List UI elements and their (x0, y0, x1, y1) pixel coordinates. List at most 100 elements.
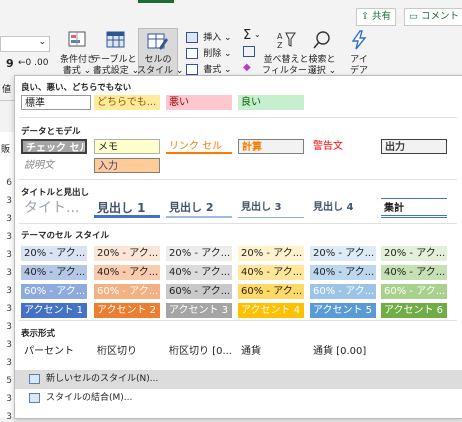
style-theme-3-5[interactable]: アクセント 6 (381, 303, 447, 318)
style-theme-0-5[interactable]: 20% - アク... (381, 246, 447, 261)
cell-styles-gallery: 良い、悪い、どちらでもない データとモデル タイトルと見出し テーマのセル スタ… (14, 75, 462, 419)
row-number[interactable]: 5 (0, 376, 12, 386)
autosum-chevron-icon[interactable]: ⌄ (254, 30, 261, 39)
separator (19, 179, 457, 180)
row-number[interactable]: 3 (0, 286, 12, 296)
fill-icon[interactable] (243, 46, 255, 57)
autosum-icon[interactable]: Σ (243, 28, 251, 43)
delete-icon (186, 47, 198, 59)
insert-icon (186, 31, 198, 43)
style-data-model-1[interactable]: メモ (94, 139, 160, 154)
style-number-1[interactable]: 桁区切り (94, 344, 160, 359)
cell-styles-label-1: セルの (144, 55, 172, 65)
row-number[interactable]: 3 (0, 268, 12, 278)
style-theme-2-3[interactable]: 60% - アク... (238, 284, 304, 299)
style-data-model-4[interactable]: 警告文 (310, 139, 376, 154)
style-theme-0-3[interactable]: 20% - アク... (238, 246, 304, 261)
conditional-formatting-button[interactable]: 条件付き 書式 ⌄ (60, 30, 97, 80)
style-theme-2-0[interactable]: 60% - アク... (21, 284, 87, 299)
style-title-5[interactable]: 集計 (381, 198, 447, 218)
share-button[interactable]: ⇪ 共有 (356, 8, 396, 26)
merge-styles-icon (29, 393, 40, 403)
style-title-4[interactable]: 見出し 4 (310, 198, 376, 218)
style-good-bad-1[interactable]: どちらでも... (94, 95, 160, 110)
style-number-2[interactable]: 桁区切り [0... (166, 344, 238, 359)
style-theme-1-2[interactable]: 40% - アク... (166, 265, 232, 280)
style-good-bad-2[interactable]: 悪い (166, 95, 232, 110)
find-select-label-1: 検索と (308, 55, 336, 65)
style-theme-1-0[interactable]: 40% - アク... (21, 265, 87, 280)
section-data-model-title: データとモデル (21, 127, 81, 137)
style-input[interactable]: 入力 (94, 158, 160, 173)
row-number[interactable]: 3 (0, 196, 12, 206)
active-tab-indicator (138, 0, 174, 3)
style-good-bad-3[interactable]: 良い (238, 95, 304, 110)
style-theme-0-1[interactable]: 20% - アク... (94, 246, 160, 261)
ideas-button[interactable]: アイ デア (344, 30, 374, 80)
row-number[interactable]: 3 (0, 214, 12, 224)
style-theme-2-2[interactable]: 60% - アク... (166, 284, 232, 299)
row-number[interactable]: 3 (0, 394, 12, 404)
row-number[interactable]: 3 (0, 304, 12, 314)
style-theme-2-1[interactable]: 60% - アク... (94, 284, 160, 299)
style-theme-1-1[interactable]: 40% - アク... (94, 265, 160, 280)
section-theme-title: テーマのセル スタイル (21, 231, 109, 241)
style-theme-2-5[interactable]: 60% - アク... (381, 284, 447, 299)
style-title-0[interactable]: タイト... (21, 198, 87, 218)
style-theme-3-4[interactable]: アクセント 5 (310, 303, 376, 318)
style-theme-3-3[interactable]: アクセント 4 (238, 303, 304, 318)
clear-icon[interactable]: ◆ (243, 62, 251, 73)
sort-filter-icon: A Z (277, 32, 296, 50)
lightning-icon (351, 30, 367, 50)
style-number-3[interactable]: 通貨 (238, 344, 304, 359)
row-number[interactable]: 3 (0, 358, 12, 368)
table-icon (106, 31, 125, 48)
row-number[interactable]: 3 (0, 250, 12, 260)
style-theme-1-5[interactable]: 40% - アク... (381, 265, 447, 280)
comment-button[interactable]: ▭ コメント (404, 8, 462, 26)
row-number[interactable]: 6 (0, 178, 12, 188)
style-title-2[interactable]: 見出し 2 (166, 198, 232, 218)
find-select-button[interactable]: 検索と 選択 ⌄ (305, 30, 339, 80)
row-number[interactable]: 3 (0, 412, 12, 422)
style-theme-2-4[interactable]: 60% - アク... (310, 284, 376, 299)
style-theme-0-0[interactable]: 20% - アク... (21, 246, 87, 261)
style-data-model-3[interactable]: 計算 (238, 139, 304, 154)
style-good-bad-0[interactable]: 標準 (21, 95, 91, 110)
style-theme-3-1[interactable]: アクセント 2 (94, 303, 160, 318)
style-number-4[interactable]: 通貨 [0.00] (310, 344, 376, 359)
delete-button[interactable]: 削除 ⌄ (186, 46, 232, 59)
style-theme-0-4[interactable]: 20% - アク... (310, 246, 376, 261)
style-data-model-0[interactable]: チェック セル (21, 139, 87, 154)
merge-styles-menu-item[interactable]: スタイルの結合(M)... (15, 389, 462, 408)
style-explanatory[interactable]: 説明文 (21, 158, 87, 173)
insert-button[interactable]: 挿入 ⌄ (186, 30, 232, 43)
sheet-divider (0, 100, 14, 101)
comment-icon: ▭ (409, 11, 418, 22)
row-number[interactable]: 3 (0, 322, 12, 332)
decrease-decimal-icon[interactable]: ←0 .00 (18, 58, 48, 68)
format-as-table-button[interactable]: テーブルとして 書式設定 ⌄ (92, 30, 154, 80)
row-number[interactable]: 3 (0, 232, 12, 242)
style-theme-1-4[interactable]: 40% - アク... (310, 265, 376, 280)
conditional-formatting-label-1: 条件付き (60, 55, 97, 65)
cell-styles-icon (147, 33, 168, 50)
style-theme-1-3[interactable]: 40% - アク... (238, 265, 304, 280)
format-button[interactable]: 書式 ⌄ (186, 62, 232, 75)
separator (19, 223, 457, 224)
style-theme-3-0[interactable]: アクセント 1 (21, 303, 87, 318)
format-as-table-label-1: テーブルとして (92, 55, 155, 65)
style-title-1[interactable]: 見出し 1 (94, 198, 160, 218)
style-theme-3-2[interactable]: アクセント 3 (166, 303, 232, 318)
search-icon (313, 31, 330, 49)
number-format-dropdown[interactable]: ⌄ (0, 36, 50, 52)
row-number[interactable]: 3 (0, 340, 12, 350)
style-theme-0-2[interactable]: 20% - アク... (166, 246, 232, 261)
style-title-3[interactable]: 見出し 3 (238, 198, 304, 218)
style-number-0[interactable]: パーセント (21, 344, 87, 359)
style-data-model-2[interactable]: リンク セル (166, 139, 232, 154)
style-data-model-5[interactable]: 出力 (381, 139, 447, 154)
comma-style-button[interactable]: 9 (6, 57, 14, 70)
sort-filter-button[interactable]: A Z 並べ替えと フィルター ⌄ (262, 30, 317, 80)
new-cell-style-menu-item[interactable]: 新しいセルのスタイル(N)... (15, 370, 462, 389)
